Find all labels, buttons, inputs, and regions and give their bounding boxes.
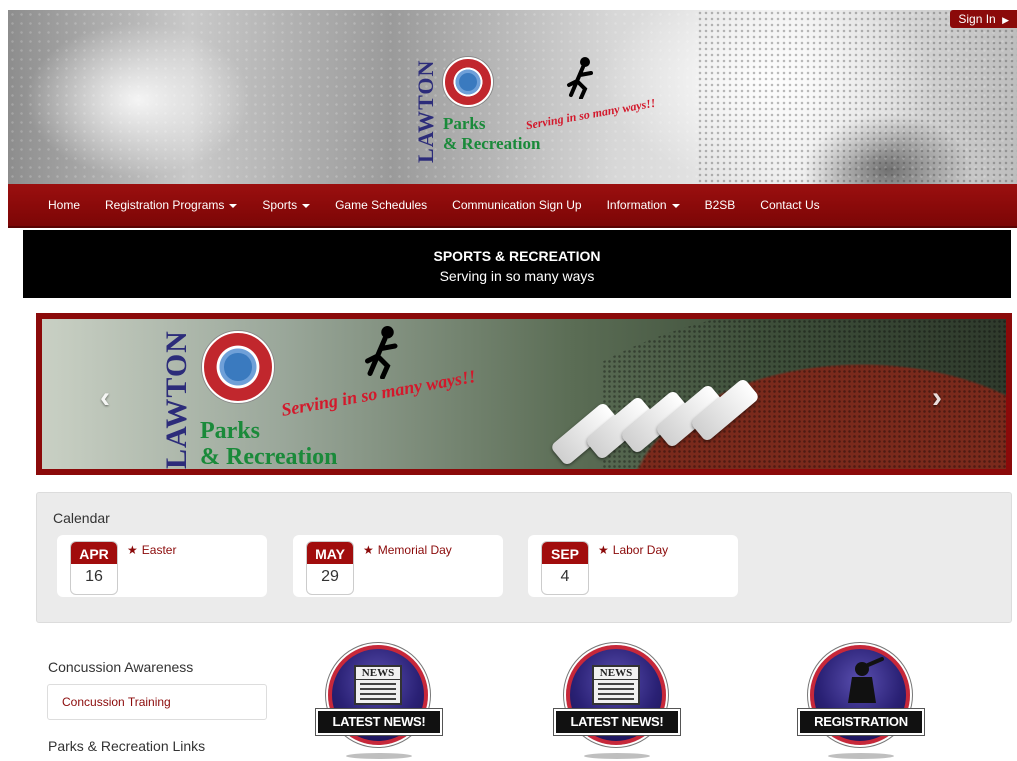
calendar-event-link[interactable]: ★ Easter [127,543,176,557]
nav-item-information[interactable]: Information [607,198,680,212]
calendar-month: SEP [542,542,588,564]
latest-news-button[interactable]: NEWS LATEST NEWS! [554,645,680,761]
star-icon: ★ [598,543,609,557]
main-navbar: Home Registration Programs Sports Game S… [8,184,1017,228]
calendar-date-badge: APR 16 [70,541,118,595]
nav-item-home[interactable]: Home [48,198,80,212]
star-icon: ★ [127,543,138,557]
calendar-event-link[interactable]: ★ Labor Day [598,543,668,557]
page-title: SPORTS & RECREATION [433,248,601,264]
logo-lawton-text: LAWTON [413,59,438,163]
calendar-month: MAY [307,542,353,564]
badge-label: REGISTRATION [798,709,924,735]
football-laces [549,377,812,469]
runner-icon [365,326,398,379]
carousel-next-button[interactable]: › [932,381,942,415]
logo-recreation-text: & Recreation [200,444,338,470]
concussion-heading: Concussion Awareness [48,659,194,675]
logo-parks-text: Parks [443,114,486,133]
newspaper-icon: NEWS [592,665,640,705]
badge-label: LATEST NEWS! [316,709,442,735]
logo-recreation-text: & Recreation [443,134,541,153]
sign-in-label: Sign In [958,12,996,26]
city-seal-icon [202,331,274,403]
page-subtitle: Serving in so many ways [439,268,595,284]
calendar-date-badge: SEP 4 [541,541,589,595]
nav-item-sports[interactable]: Sports [262,198,311,212]
site-header: LAWTON Parks & Recreation Serving in so … [8,10,1017,190]
latest-news-button[interactable]: NEWS LATEST NEWS! [316,645,442,761]
badge-label: LATEST NEWS! [554,709,680,735]
chevron-down-icon [671,203,680,208]
image-carousel[interactable]: LAWTON Parks & Recreation Serving in so … [36,313,1012,475]
newspaper-icon: NEWS [354,665,402,705]
logo-parks-text: Parks [200,418,260,444]
nav-item-contact-us[interactable]: Contact Us [760,198,819,212]
carousel-logo: LAWTON Parks & Recreation Serving in so … [160,323,500,470]
baseball-player-icon [848,657,884,703]
nav-item-b2sb[interactable]: B2SB [705,198,736,212]
logo-tagline: Serving in so many ways!! [524,95,657,133]
calendar-day: 4 [560,568,570,585]
links-heading: Parks & Recreation Links [48,738,206,754]
star-icon: ★ [363,543,374,557]
chevron-down-icon [302,203,311,208]
calendar-day: 29 [321,568,339,585]
calendar-event-link[interactable]: ★ Memorial Day [363,543,452,557]
sign-in-button[interactable]: Sign In ▶ [950,10,1017,28]
calendar-day: 16 [85,568,103,585]
calendar-panel: Calendar APR 16 ★ Easter MAY 29 ★ Memorial… [36,492,1012,623]
calendar-title: Calendar [53,510,110,526]
logo-lawton-text: LAWTON [160,330,193,469]
title-band: SPORTS & RECREATION Serving in so many w… [23,230,1011,298]
calendar-month: APR [71,542,117,564]
caret-right-icon: ▶ [1002,15,1009,25]
runner-icon [567,57,593,99]
header-jersey-texture [697,10,1017,190]
chevron-down-icon [229,203,238,208]
header-logo[interactable]: LAWTON Parks & Recreation Serving in so … [413,55,673,165]
calendar-event-card: MAY 29 ★ Memorial Day [293,535,503,597]
nav-item-game-schedules[interactable]: Game Schedules [335,198,427,212]
carousel-prev-button[interactable]: ‹ [100,381,110,415]
concussion-training-link[interactable]: Concussion Training [47,684,267,720]
city-seal-icon [443,57,493,107]
nav-item-communication-sign-up[interactable]: Communication Sign Up [452,198,581,212]
registration-button[interactable]: REGISTRATION [798,645,924,761]
nav-item-registration-programs[interactable]: Registration Programs [105,198,238,212]
calendar-date-badge: MAY 29 [306,541,354,595]
calendar-event-card: APR 16 ★ Easter [57,535,267,597]
calendar-event-card: SEP 4 ★ Labor Day [528,535,738,597]
